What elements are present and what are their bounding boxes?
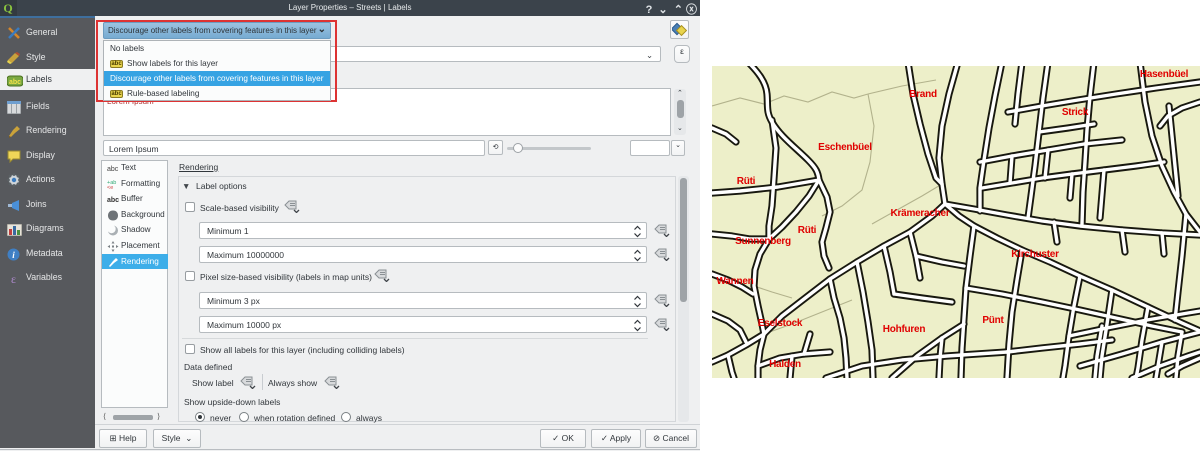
- svg-text:Hohfuren: Hohfuren: [883, 324, 926, 335]
- svg-text:Rüti: Rüti: [737, 176, 756, 187]
- svg-text:Strick: Strick: [1062, 107, 1089, 118]
- svg-text:Eschenbüel: Eschenbüel: [818, 142, 872, 153]
- svg-text:Krämeracher: Krämeracher: [891, 208, 950, 219]
- svg-text:Halden: Halden: [769, 359, 801, 370]
- svg-text:Hasenbüel: Hasenbüel: [1140, 69, 1189, 80]
- svg-text:abc: abc: [107, 166, 119, 173]
- svg-text:Eselstock: Eselstock: [758, 318, 803, 329]
- svg-text:Kirchuster: Kirchuster: [1011, 249, 1059, 260]
- svg-text:abc: abc: [9, 79, 21, 86]
- svg-text:abc: abc: [107, 197, 119, 204]
- svg-text:ε: ε: [11, 272, 16, 285]
- svg-text:Wannen: Wannen: [716, 276, 753, 287]
- svg-text:Pünt: Pünt: [982, 315, 1004, 326]
- svg-text:Brand: Brand: [909, 89, 937, 100]
- svg-text:Rüti: Rüti: [798, 225, 817, 236]
- svg-text:Sunnenberg: Sunnenberg: [735, 236, 791, 247]
- svg-text:<e: <e: [107, 185, 113, 190]
